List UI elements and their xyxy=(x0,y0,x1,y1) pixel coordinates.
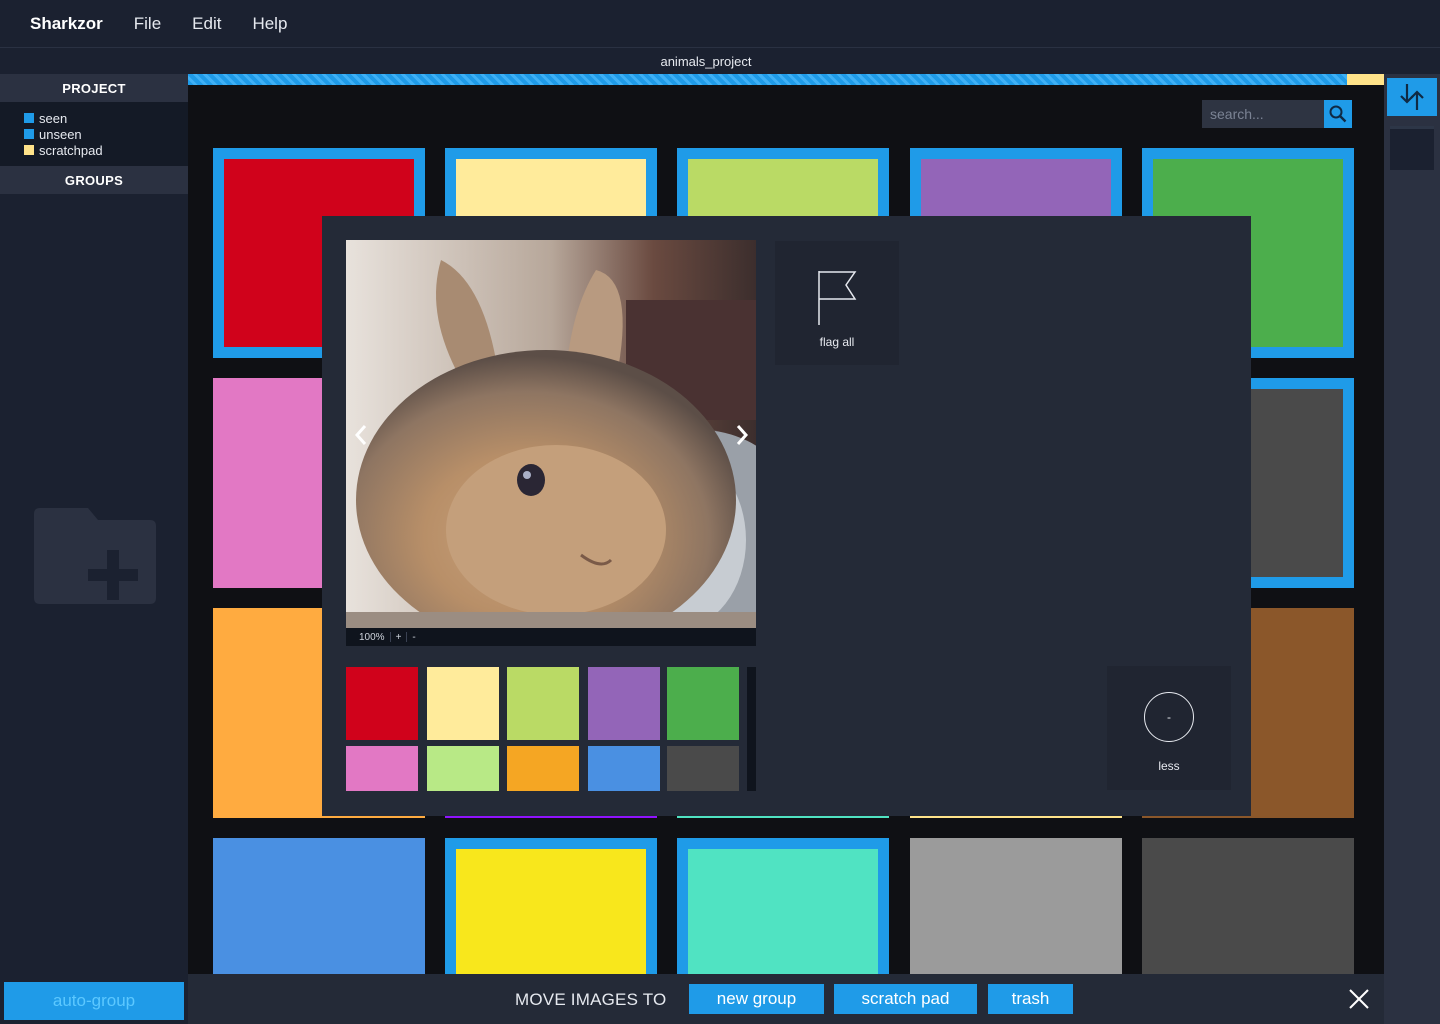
legend-swatch xyxy=(24,145,34,155)
app-window: Sharkzor File Edit Help animals_project … xyxy=(0,0,1440,1024)
group-palette xyxy=(346,667,756,791)
legend-item-scratchpad[interactable]: scratchpad xyxy=(24,142,188,158)
tile-thumbnail xyxy=(456,849,646,974)
progress-scratchpad-segment xyxy=(1347,74,1384,85)
project-title: animals_project xyxy=(660,53,752,69)
menu-edit[interactable]: Edit xyxy=(192,14,221,34)
move-images-bar: MOVE IMAGES TO new group scratch pad tra… xyxy=(188,974,1384,1024)
palette-swatch[interactable] xyxy=(588,746,660,791)
zoom-level: 100% xyxy=(359,631,385,643)
image-tile[interactable] xyxy=(910,838,1122,974)
legend-label: seen xyxy=(39,110,68,126)
palette-swatch[interactable] xyxy=(507,746,579,791)
tile-thumbnail xyxy=(1142,838,1354,974)
folder-plus-icon[interactable] xyxy=(32,506,158,606)
image-tile[interactable] xyxy=(445,838,657,974)
tile-thumbnail xyxy=(910,838,1122,974)
close-icon[interactable] xyxy=(1347,987,1371,1011)
rabbit-photo xyxy=(346,240,756,628)
groups-header: GROUPS xyxy=(0,166,188,194)
zoom-out-button[interactable]: - xyxy=(407,632,420,643)
palette-swatch[interactable] xyxy=(667,667,739,740)
palette-swatch[interactable] xyxy=(588,667,660,740)
left-sidebar: PROJECT seen unseen scratchpad GROUPS au… xyxy=(0,74,188,1024)
legend-swatch xyxy=(24,113,34,123)
image-tile[interactable] xyxy=(677,838,889,974)
prev-image-icon[interactable] xyxy=(348,418,374,452)
image-tile[interactable] xyxy=(213,838,425,974)
legend-item-seen[interactable]: seen xyxy=(24,110,188,126)
palette-swatch[interactable] xyxy=(427,667,499,740)
image-detail-modal: 100% + - flag all - less xyxy=(322,216,1251,816)
legend: seen unseen scratchpad xyxy=(0,102,188,166)
flag-icon xyxy=(818,271,857,325)
search-input[interactable] xyxy=(1202,100,1324,128)
new-group-button[interactable]: new group xyxy=(689,984,824,1014)
app-brand: Sharkzor xyxy=(30,13,103,33)
legend-swatch xyxy=(24,129,34,139)
legend-label: scratchpad xyxy=(39,142,103,158)
palette-swatch[interactable] xyxy=(667,746,739,791)
tile-thumbnail xyxy=(213,838,425,974)
preview-thumbnail[interactable] xyxy=(1390,126,1434,170)
menu-help[interactable]: Help xyxy=(252,14,287,34)
less-label: less xyxy=(1158,759,1180,773)
progress-bar xyxy=(188,74,1384,85)
tile-thumbnail xyxy=(688,849,878,974)
scratch-pad-button[interactable]: scratch pad xyxy=(834,984,977,1014)
palette-swatch[interactable] xyxy=(427,746,499,791)
less-icon: - xyxy=(1144,692,1194,742)
flag-all-button[interactable]: flag all xyxy=(775,241,899,365)
move-images-label: MOVE IMAGES TO xyxy=(515,990,667,1009)
trash-button[interactable]: trash xyxy=(988,984,1073,1014)
less-button[interactable]: - less xyxy=(1107,666,1231,790)
flag-all-label: flag all xyxy=(819,335,855,349)
project-header: PROJECT xyxy=(0,74,188,102)
palette-swatch[interactable] xyxy=(507,667,579,740)
palette-scrollbar[interactable] xyxy=(747,667,756,791)
palette-swatch[interactable] xyxy=(346,746,418,791)
search-icon[interactable] xyxy=(1324,100,1352,128)
sort-icon[interactable] xyxy=(1387,78,1437,116)
auto-group-button[interactable]: auto-group xyxy=(4,982,184,1020)
legend-label: unseen xyxy=(39,126,82,142)
zoom-bar: 100% + - xyxy=(346,628,756,646)
right-toolbar xyxy=(1384,74,1440,1024)
search-box xyxy=(1202,100,1352,128)
image-tile[interactable] xyxy=(1142,838,1354,974)
menu-bar: Sharkzor File Edit Help xyxy=(0,0,1440,48)
legend-item-unseen[interactable]: unseen xyxy=(24,126,188,142)
palette-swatch[interactable] xyxy=(346,667,418,740)
next-image-icon[interactable] xyxy=(729,418,755,452)
zoom-in-button[interactable]: + xyxy=(391,632,407,643)
menu-file[interactable]: File xyxy=(134,14,161,34)
